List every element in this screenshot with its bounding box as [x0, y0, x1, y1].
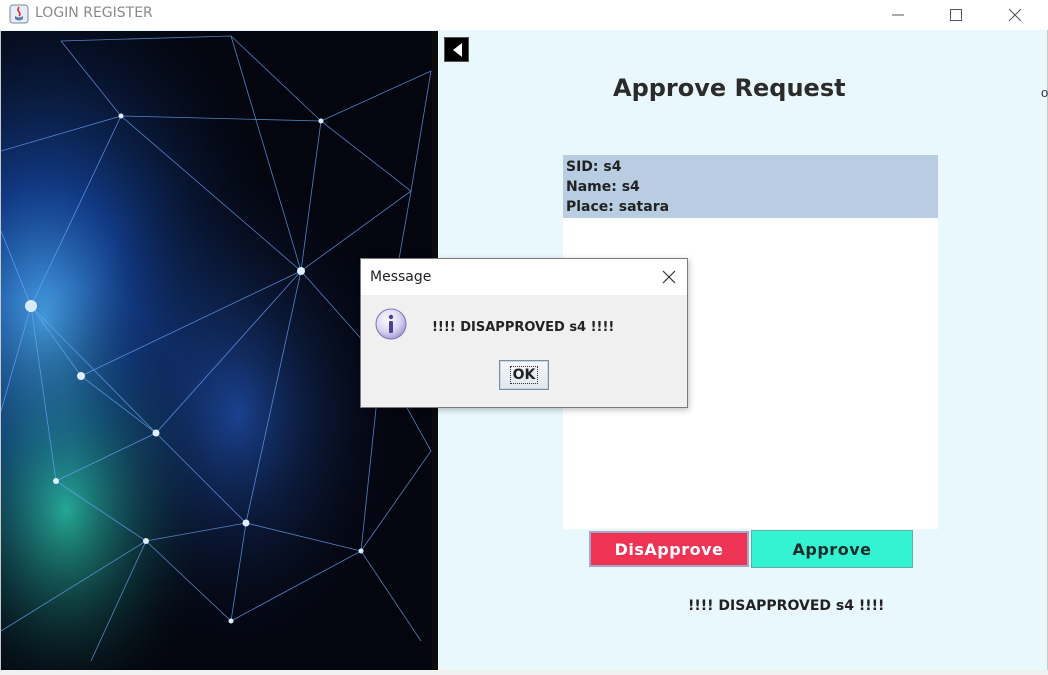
window-titlebar: LOGIN REGISTER: [0, 0, 1048, 30]
clipped-text-fragment: o: [1041, 85, 1048, 100]
request-place: Place: satara: [566, 199, 670, 215]
maximize-icon: [950, 9, 962, 21]
dialog-close-button[interactable]: [655, 263, 683, 291]
back-button[interactable]: [444, 37, 469, 62]
java-app-icon: [9, 4, 29, 24]
approve-button[interactable]: Approve: [751, 530, 913, 568]
background-strip: [0, 670, 1048, 675]
info-icon: [375, 308, 407, 340]
window-title: LOGIN REGISTER: [35, 5, 153, 21]
minimize-button[interactable]: [869, 0, 927, 30]
close-icon: [662, 270, 676, 284]
disapprove-button[interactable]: DisApprove: [589, 531, 749, 567]
close-icon: [1008, 8, 1022, 22]
request-sid: SID: s4: [566, 159, 622, 175]
close-window-button[interactable]: [986, 0, 1044, 30]
dialog-title: Message: [370, 269, 432, 285]
status-message: !!!! DISAPPROVED s4 !!!!: [688, 598, 885, 614]
request-item-selected[interactable]: SID: s4 Name: s4 Place: satara: [563, 155, 938, 218]
dialog-message: !!!! DISAPPROVED s4 !!!!: [432, 320, 615, 335]
page-title: Approve Request: [613, 74, 846, 102]
dialog-titlebar: Message: [361, 259, 687, 295]
request-name: Name: s4: [566, 179, 640, 195]
minimize-icon: [892, 14, 904, 16]
maximize-button[interactable]: [927, 0, 985, 30]
message-dialog: Message !!!! DISAPPROVED s4 !!!! OK: [360, 258, 688, 408]
ok-button[interactable]: OK: [499, 360, 549, 390]
back-arrow-icon: [452, 42, 462, 57]
ok-label: OK: [509, 366, 539, 384]
